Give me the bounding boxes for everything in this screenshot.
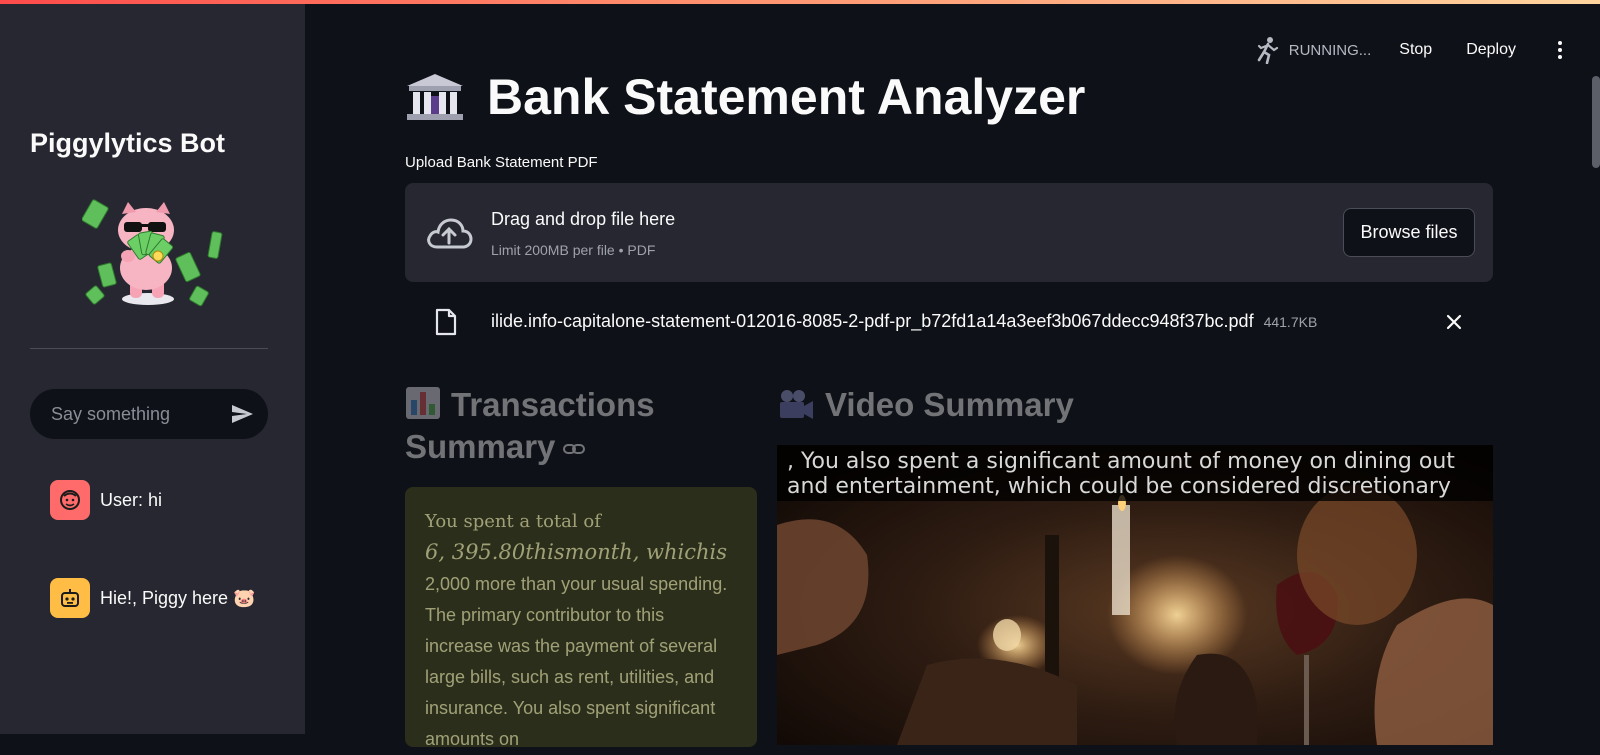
summary-text-part2: 2,000 more than your usual spending. The… <box>425 574 728 749</box>
file-dropzone[interactable]: Drag and drop file here Limit 200MB per … <box>405 183 1493 282</box>
chat-message-text: User: hi <box>100 489 163 510</box>
stop-button[interactable]: Stop <box>1399 41 1432 59</box>
file-size: 441.7KB <box>1263 314 1318 330</box>
chart-icon <box>406 387 440 419</box>
video-summary-title: Video Summary <box>825 386 1074 423</box>
file-icon <box>435 308 457 336</box>
video-caption: , You also spent a significant amount of… <box>777 445 1493 501</box>
uploaded-file-row: ilide.info-capitalone-statement-012016-8… <box>405 302 1493 342</box>
upload-label: Upload Bank Statement PDF <box>405 154 598 171</box>
transactions-title-line1: Transactions <box>451 386 655 423</box>
main-menu-icon[interactable] <box>1550 39 1570 61</box>
deploy-button[interactable]: Deploy <box>1466 41 1516 59</box>
remove-file-icon[interactable] <box>1445 313 1463 331</box>
sidebar: Piggylytics Bot Say something User: hi H… <box>0 0 305 734</box>
anchor-link-icon[interactable] <box>563 442 586 456</box>
dropzone-subtitle: Limit 200MB per file • PDF <box>491 242 656 258</box>
chat-message-text: Hie!, Piggy here 🐷 <box>100 587 256 608</box>
running-status: RUNNING... <box>1255 36 1372 64</box>
app-toolbar: RUNNING... Stop Deploy <box>1255 36 1570 64</box>
running-status-text: RUNNING... <box>1288 41 1372 59</box>
file-name: ilide.info-capitalone-statement-012016-8… <box>491 311 1317 332</box>
file-name-text: ilide.info-capitalone-statement-012016-8… <box>491 311 1254 331</box>
top-decoration-bar <box>0 0 1600 4</box>
dropzone-title: Drag and drop file here <box>491 209 676 229</box>
chat-message-bot: Hie!, Piggy here 🐷 <box>50 578 255 618</box>
page-title: Bank Statement Analyzer <box>405 68 1085 126</box>
browse-files-button[interactable]: Browse files <box>1343 208 1475 257</box>
bank-icon <box>407 74 463 120</box>
video-summary-heading: Video Summary <box>777 384 1074 426</box>
running-man-icon <box>1257 37 1278 64</box>
user-avatar-icon <box>50 480 90 520</box>
sidebar-divider <box>30 348 268 349</box>
chat-message-user: User: hi <box>50 480 162 520</box>
piggy-mascot-image <box>81 196 232 312</box>
bot-avatar-icon <box>50 578 90 618</box>
chat-input[interactable] <box>51 403 221 425</box>
page-scrollbar[interactable] <box>1592 76 1600 168</box>
video-camera-icon <box>780 390 813 419</box>
chat-input-container <box>30 389 268 439</box>
main-content: RUNNING... Stop Deploy Bank Statement An… <box>305 0 1600 749</box>
page-title-text: Bank Statement Analyzer <box>487 69 1086 125</box>
summary-text-part1: You spent a total of <box>425 511 601 532</box>
send-icon[interactable] <box>230 402 254 426</box>
transactions-title-line2: Summary <box>405 428 556 465</box>
summary-math-text: 6, 395.80thismonth, whichis <box>425 540 728 564</box>
sidebar-title: Piggylytics Bot <box>30 128 226 158</box>
video-player[interactable]: , You also spent a significant amount of… <box>777 445 1493 745</box>
transactions-summary-text: You spent a total of 6, 395.80thismonth,… <box>405 487 757 749</box>
transactions-summary-heading: Transactions Summary <box>405 384 655 468</box>
cloud-upload-icon <box>427 218 473 249</box>
